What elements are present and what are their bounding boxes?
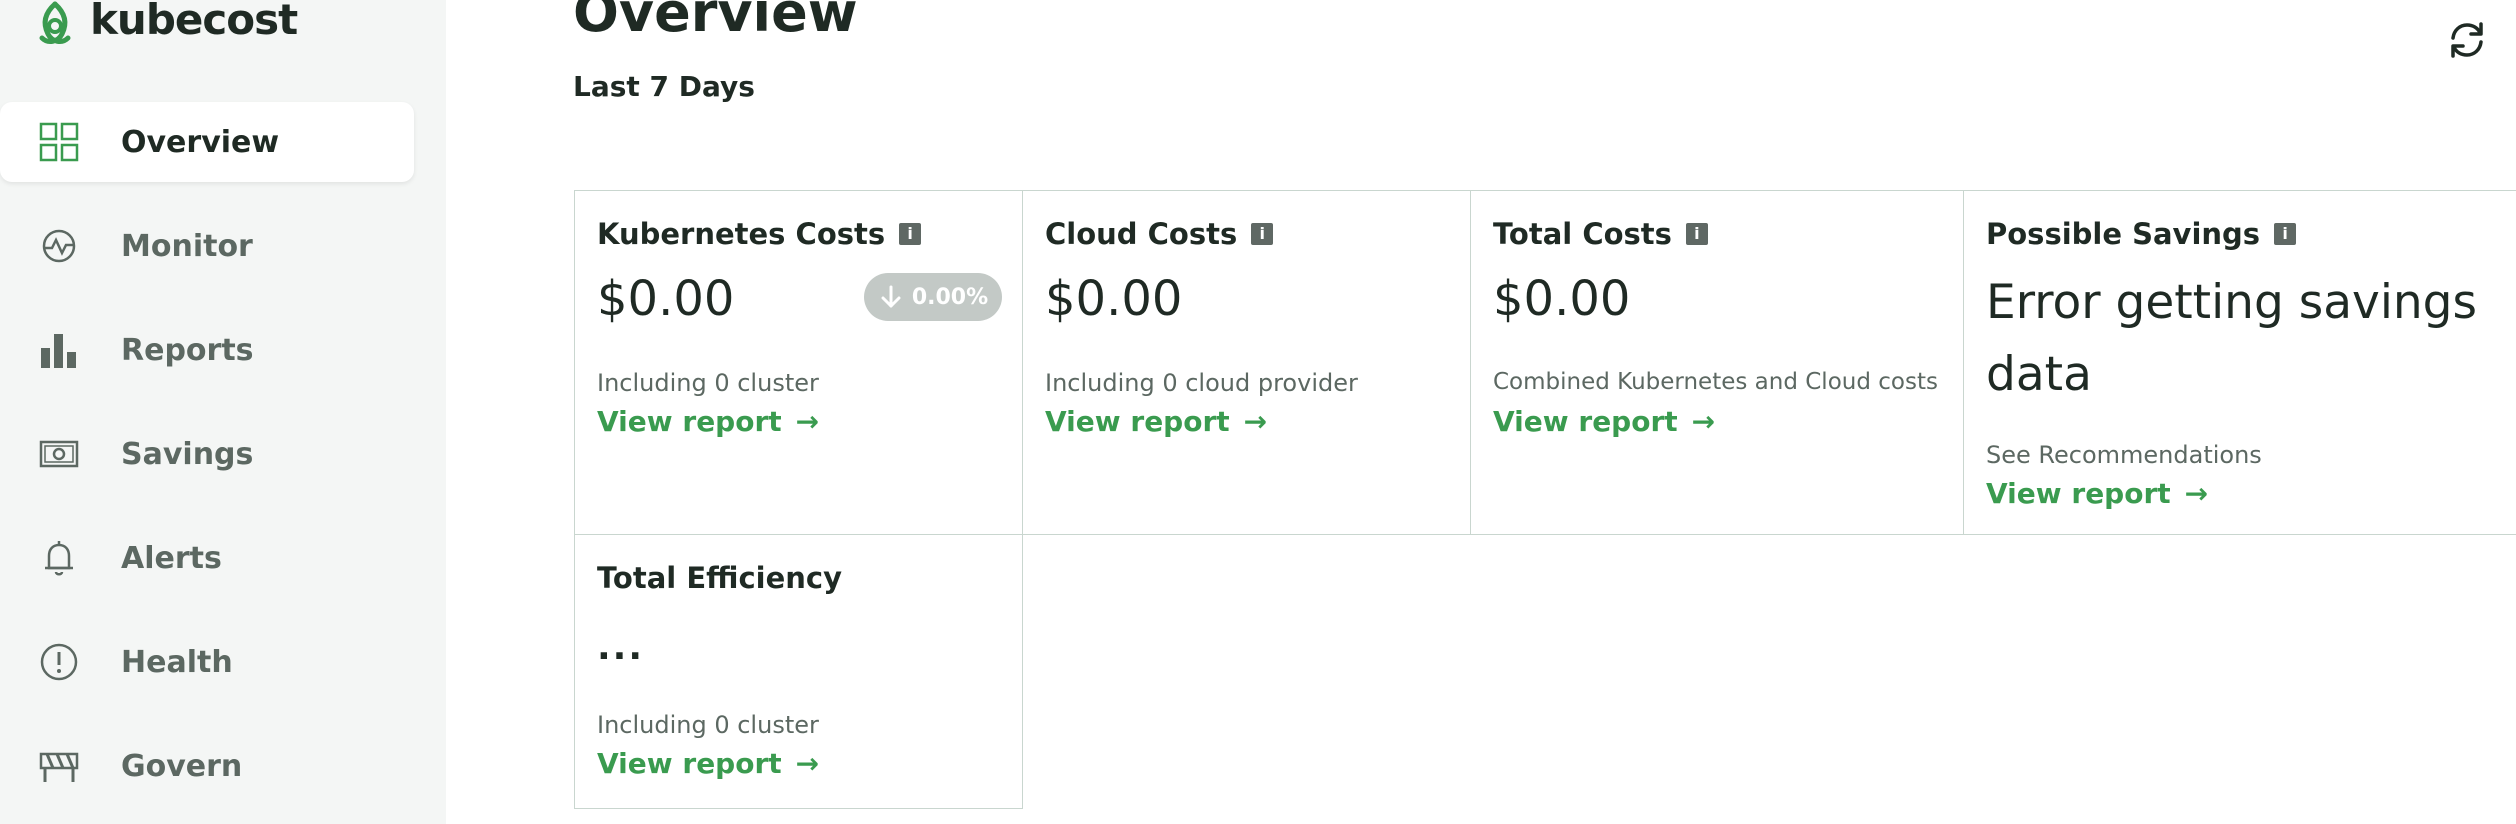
arrow-down-icon xyxy=(881,285,901,308)
total-cost-value: $0.00 xyxy=(1493,271,1631,327)
kubernetes-cost-value: $0.00 xyxy=(597,271,735,327)
cloud-cost-value: $0.00 xyxy=(1045,271,1183,327)
arrow-right-icon: → xyxy=(2184,477,2209,510)
possible-savings-card: Possible Savings i Error getting savings… xyxy=(1963,190,2516,535)
change-badge: 0.00% xyxy=(864,273,1002,321)
page-title: Overview xyxy=(573,0,858,44)
refresh-icon xyxy=(2451,22,2483,58)
card-title-text: Kubernetes Costs xyxy=(597,217,886,251)
card-title: Kubernetes Costs i xyxy=(597,217,922,251)
efficiency-value-loading: ... xyxy=(597,627,645,668)
view-report-link[interactable]: View report → xyxy=(1986,477,2208,510)
card-note: Including 0 cloud provider xyxy=(1045,369,1358,397)
change-badge-text: 0.00% xyxy=(911,284,989,310)
monitor-icon xyxy=(38,225,80,267)
grid-icon xyxy=(38,121,80,163)
view-report-label: View report xyxy=(597,405,782,438)
sidebar-item-label: Reports xyxy=(121,332,254,368)
logo-text: kubecost xyxy=(90,0,298,44)
sidebar-item-alerts[interactable]: Alerts xyxy=(0,518,414,598)
sidebar-item-overview[interactable]: Overview xyxy=(0,102,414,182)
card-title-text: Total Costs xyxy=(1493,217,1672,251)
money-icon xyxy=(38,433,80,475)
card-title: Cloud Costs i xyxy=(1045,217,1274,251)
kubecost-logo[interactable]: kubecost xyxy=(34,0,298,48)
total-costs-card: Total Costs i $0.00 Combined Kubernetes … xyxy=(1470,190,1964,535)
exclamation-circle-icon xyxy=(38,641,80,683)
arrow-right-icon: → xyxy=(1691,405,1716,438)
info-icon[interactable]: i xyxy=(899,223,922,245)
info-icon[interactable]: i xyxy=(1251,223,1274,245)
cloud-costs-card: Cloud Costs i $0.00 Including 0 cloud pr… xyxy=(1022,190,1471,535)
card-title: Total Costs i xyxy=(1493,217,1708,251)
total-efficiency-card: Total Efficiency ... Including 0 cluster… xyxy=(574,534,1023,809)
info-icon[interactable]: i xyxy=(1685,223,1708,245)
refresh-button[interactable] xyxy=(2443,16,2491,64)
view-report-link[interactable]: View report → xyxy=(597,747,819,780)
card-title-text: Cloud Costs xyxy=(1045,217,1238,251)
arrow-right-icon: → xyxy=(795,747,820,780)
savings-error-message: Error getting savings data xyxy=(1986,275,2477,402)
card-title: Possible Savings i xyxy=(1986,217,2297,251)
info-icon[interactable]: i xyxy=(2274,223,2297,245)
view-report-label: View report xyxy=(1493,405,1678,438)
sidebar-item-label: Alerts xyxy=(121,540,222,576)
view-report-link[interactable]: View report → xyxy=(1045,405,1267,438)
bell-icon xyxy=(38,537,80,579)
sidebar-item-label: Savings xyxy=(121,436,254,472)
app: kubecost Overview Monitor Reports Saving… xyxy=(0,0,2516,824)
sidebar-item-health[interactable]: Health xyxy=(0,622,414,702)
date-range-label: Last 7 Days xyxy=(573,70,755,103)
kubecost-logo-icon xyxy=(39,1,71,44)
view-report-label: View report xyxy=(597,747,782,780)
kubernetes-costs-card: Kubernetes Costs i $0.00 0.00% Including… xyxy=(574,190,1023,535)
sidebar-item-label: Health xyxy=(121,644,233,680)
sidebar-item-savings[interactable]: Savings xyxy=(0,414,414,494)
view-report-link[interactable]: View report → xyxy=(1493,405,1715,438)
card-note: Including 0 cluster xyxy=(597,369,819,397)
view-report-label: View report xyxy=(1045,405,1230,438)
sidebar: kubecost Overview Monitor Reports Saving… xyxy=(0,0,446,824)
arrow-right-icon: → xyxy=(1243,405,1268,438)
view-report-label: View report xyxy=(1986,477,2171,510)
card-title: Total Efficiency xyxy=(597,561,842,595)
sidebar-item-label: Overview xyxy=(121,124,280,160)
sidebar-item-label: Govern xyxy=(121,748,243,784)
bar-chart-icon xyxy=(38,329,80,371)
see-recommendations-text: See Recommendations xyxy=(1986,441,2262,469)
card-title-text: Possible Savings xyxy=(1986,217,2261,251)
sidebar-item-govern[interactable]: Govern xyxy=(0,726,414,806)
sidebar-item-label: Monitor xyxy=(121,228,253,264)
card-title-text: Total Efficiency xyxy=(597,561,843,595)
sidebar-item-reports[interactable]: Reports xyxy=(0,310,414,390)
card-note: Including 0 cluster xyxy=(597,711,819,739)
barrier-icon xyxy=(38,745,80,787)
view-report-link[interactable]: View report → xyxy=(597,405,819,438)
card-note: Combined Kubernetes and Cloud costs xyxy=(1493,369,1938,395)
sidebar-item-monitor[interactable]: Monitor xyxy=(0,206,414,286)
arrow-right-icon: → xyxy=(795,405,820,438)
